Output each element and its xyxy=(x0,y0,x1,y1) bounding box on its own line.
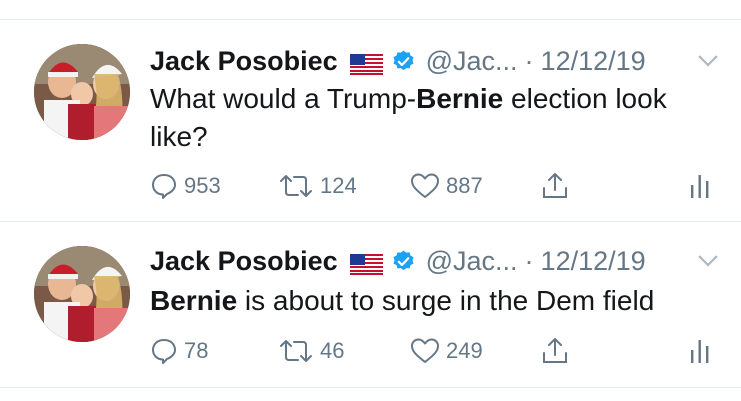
flag-us-icon xyxy=(349,251,383,275)
text-part: is about to surge in the Dem field xyxy=(237,285,655,316)
retweet-count: 46 xyxy=(320,338,345,363)
reply-icon xyxy=(152,339,176,364)
reply-button[interactable]: 953 xyxy=(150,169,221,203)
author-name[interactable]: Jack Posobiec xyxy=(150,246,338,277)
separator-dot: · xyxy=(524,45,534,76)
reply-icon xyxy=(152,174,176,199)
chevron-down-icon[interactable] xyxy=(697,54,719,68)
share-button[interactable] xyxy=(540,334,570,368)
text-part: What would a Trump- xyxy=(150,83,417,114)
tweet-2[interactable]: Jack Posobiec @Jac... · 12/12/19 Bernie … xyxy=(0,222,741,387)
retweet-icon xyxy=(280,175,312,197)
like-count: 887 xyxy=(446,173,483,198)
heart-icon xyxy=(411,173,439,198)
verified-badge-icon xyxy=(391,49,416,74)
retweet-button[interactable]: 124 xyxy=(278,169,357,203)
flag-us-icon xyxy=(349,51,383,75)
reply-button[interactable]: 78 xyxy=(150,334,208,368)
avatar[interactable] xyxy=(34,44,130,140)
like-button[interactable]: 887 xyxy=(410,169,483,203)
retweet-icon xyxy=(280,340,312,362)
reply-count: 953 xyxy=(184,173,221,198)
avatar-photo-icon xyxy=(34,246,130,342)
share-icon xyxy=(543,173,567,198)
tweet-text: Bernie is about to surge in the Dem fiel… xyxy=(150,282,720,320)
tweet-header: Jack Posobiec @Jac... · 12/12/19 xyxy=(150,44,720,78)
analytics-icon xyxy=(691,175,709,198)
share-button[interactable] xyxy=(540,169,570,203)
tweet-1[interactable]: Jack Posobiec @Jac... · 12/12/19 What wo… xyxy=(0,20,741,220)
share-icon xyxy=(543,338,567,363)
chevron-down-icon[interactable] xyxy=(697,254,719,268)
tweet-text: What would a Trump-Bernie election look … xyxy=(150,80,720,156)
verified-badge-icon xyxy=(391,249,416,274)
reply-count: 78 xyxy=(184,338,209,363)
author-handle[interactable]: @Jac... xyxy=(426,46,518,77)
tweet-date[interactable]: 12/12/19 xyxy=(541,246,646,277)
heart-icon xyxy=(411,338,439,363)
like-button[interactable]: 249 xyxy=(410,334,483,368)
tweet-actions: 953 124 887 xyxy=(150,169,720,203)
bottom-divider xyxy=(0,387,741,388)
retweet-button[interactable]: 46 xyxy=(278,334,344,368)
author-name[interactable]: Jack Posobiec xyxy=(150,46,338,77)
analytics-button[interactable] xyxy=(690,334,710,368)
analytics-button[interactable] xyxy=(690,169,710,203)
author-handle[interactable]: @Jac... xyxy=(426,246,518,277)
retweet-count: 124 xyxy=(320,173,357,198)
tweet-header: Jack Posobiec @Jac... · 12/12/19 xyxy=(150,244,720,278)
analytics-icon xyxy=(691,340,709,363)
tweet-actions: 78 46 249 xyxy=(150,334,720,368)
tweet-date[interactable]: 12/12/19 xyxy=(541,46,646,77)
avatar-photo-icon xyxy=(34,44,130,140)
highlighted-term: Bernie xyxy=(150,285,238,316)
separator-dot: · xyxy=(524,245,534,276)
avatar[interactable] xyxy=(34,246,130,342)
highlighted-term: Bernie xyxy=(416,83,504,114)
like-count: 249 xyxy=(446,338,483,363)
